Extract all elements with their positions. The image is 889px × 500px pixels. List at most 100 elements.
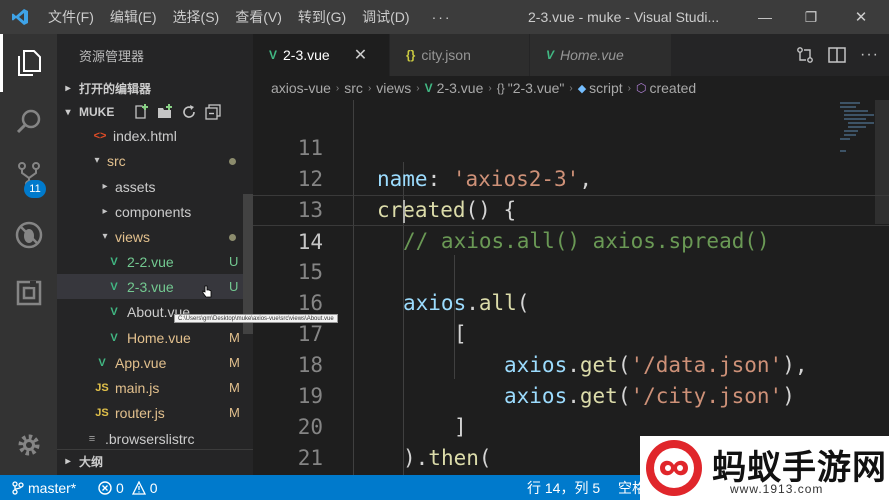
settings-gear-icon[interactable] <box>0 416 57 474</box>
tree-item-index-html[interactable]: <> index.html <box>57 123 253 148</box>
tree-item-home-vue[interactable]: V Home.vue M <box>57 325 253 350</box>
modified-status: M <box>229 355 240 370</box>
tree-item-2-3-vue[interactable]: V 2-3.vue U <box>57 274 253 299</box>
more-actions-icon[interactable]: ··· <box>860 46 879 64</box>
chevron-down-icon: ▾ <box>102 231 108 242</box>
tab-label: 2-3.vue <box>283 47 330 63</box>
refresh-icon[interactable] <box>181 104 197 120</box>
vue-file-icon: V <box>110 331 118 344</box>
breadcrumb-item[interactable]: axios-vue <box>271 80 331 96</box>
chevron-right-icon: › <box>416 82 420 94</box>
modified-status: M <box>229 330 240 345</box>
modified-status: M <box>229 380 240 395</box>
minimap-line <box>844 118 866 120</box>
chevron-right-icon: › <box>569 82 573 94</box>
error-icon <box>98 480 112 495</box>
tree-item-label: .browserslistrc <box>105 430 195 447</box>
minimap-line <box>840 102 860 104</box>
breadcrumb-item[interactable]: created <box>649 80 696 96</box>
breadcrumb-item[interactable]: views <box>376 80 411 96</box>
minimap-line <box>848 126 866 128</box>
tree-folder-views[interactable]: ▾ views <box>57 224 253 249</box>
chevron-down-icon: ▾ <box>94 155 100 166</box>
tree-item-browserslistrc[interactable]: ≡ .browserslistrc <box>57 426 253 451</box>
tree-item-2-2-vue[interactable]: V 2-2.vue U <box>57 249 253 274</box>
breadcrumb-item[interactable]: src <box>344 80 363 96</box>
project-label: MUKE <box>79 105 115 119</box>
chevron-right-icon: › <box>367 82 372 94</box>
code-line-15: 15 axios.all( <box>253 226 889 315</box>
vue-file-icon: V <box>110 280 118 293</box>
compare-changes-icon[interactable] <box>796 46 814 64</box>
outline-header[interactable]: ▸ 大纲 <box>57 449 253 473</box>
vscode-logo-icon <box>0 0 40 34</box>
new-file-icon[interactable] <box>133 104 149 120</box>
branch-name: master* <box>28 479 77 496</box>
outline-label: 大纲 <box>79 455 104 469</box>
warning-count: 0 <box>149 479 158 496</box>
vue-file-icon: V <box>424 81 433 95</box>
menu-more-button[interactable]: ··· <box>418 0 466 34</box>
search-icon[interactable] <box>0 92 57 150</box>
new-folder-icon[interactable] <box>157 104 173 120</box>
close-icon: ✕ <box>854 9 868 26</box>
chevron-right-icon: ▸ <box>102 181 108 192</box>
chevron-right-icon: › <box>627 82 631 94</box>
menu-edit[interactable]: 编辑(E) <box>102 0 165 34</box>
debug-icon[interactable] <box>0 206 57 264</box>
split-editor-icon[interactable] <box>828 46 846 64</box>
code-line-14-current: 14 <box>253 195 889 254</box>
breadcrumb: axios-vue › src › views › V 2-3.vue › {}… <box>253 76 889 100</box>
extensions-icon[interactable] <box>0 264 57 322</box>
chevron-right-icon: ▸ <box>65 82 71 94</box>
code-line-20: 20 ).then( <box>253 381 889 470</box>
tree-item-label: main.js <box>115 379 160 396</box>
breadcrumb-item[interactable]: 2-3.vue <box>437 80 484 96</box>
restore-button[interactable]: ❐ <box>788 0 834 34</box>
tree-item-router-js[interactable]: JS router.js M <box>57 400 253 425</box>
branch-status[interactable]: master* <box>12 475 76 500</box>
tree-folder-src[interactable]: ▾ src <box>57 148 253 173</box>
problems-status[interactable]: 0 0 <box>98 475 158 500</box>
tree-folder-assets[interactable]: ▸ assets <box>57 174 253 199</box>
explorer-icon[interactable] <box>0 34 57 92</box>
tree-folder-components[interactable]: ▸ components <box>57 199 253 224</box>
minimap-line <box>840 106 856 108</box>
minimize-button[interactable]: — <box>742 0 788 34</box>
project-header[interactable]: ▾ MUKE <box>57 100 253 124</box>
tab-home-vue[interactable]: V Home.vue <box>530 34 672 76</box>
menu-selection[interactable]: 选择(S) <box>165 0 228 34</box>
menu-go[interactable]: 转到(G) <box>290 0 354 34</box>
error-count: 0 <box>116 479 124 496</box>
open-editors-header[interactable]: ▸ 打开的编辑器 <box>57 76 253 100</box>
cursor-position[interactable]: 行 14，列 5 <box>527 475 600 500</box>
window-title: 2-3.vue - muke - Visual Studi... <box>528 9 720 25</box>
breadcrumb-item[interactable]: "2-3.vue" <box>508 80 565 96</box>
breadcrumb-item[interactable]: script <box>589 80 622 96</box>
tab-city-json[interactable]: {} city.json <box>390 34 530 76</box>
collapse-all-icon[interactable] <box>205 104 221 120</box>
sidebar-scrollbar[interactable] <box>243 194 253 334</box>
code-editor[interactable]: 11 name: 'axios2-3', 12 created() { 13 /… <box>253 100 889 475</box>
code-line-12: 12 created() { <box>253 133 889 222</box>
editor-scrollbar[interactable] <box>875 100 889 224</box>
close-tab-icon[interactable]: ✕ <box>354 45 367 65</box>
code-line-16: 16 [ <box>253 257 889 346</box>
menu-debug[interactable]: 调试(D) <box>354 0 417 34</box>
minimap-line <box>840 150 846 152</box>
vue-file-icon: V <box>98 356 106 369</box>
minimize-icon: — <box>758 9 772 25</box>
minimap-line <box>840 138 850 140</box>
site-watermark: 蚂蚁手游网 www.1913.com <box>640 436 889 500</box>
git-branch-icon <box>12 480 24 495</box>
tab-2-3-vue[interactable]: V 2-3.vue ✕ <box>253 34 390 76</box>
menu-file[interactable]: 文件(F) <box>40 0 102 34</box>
json-file-icon: {} <box>406 48 416 62</box>
tree-item-label: router.js <box>115 404 165 421</box>
vue-file-icon: V <box>546 48 555 62</box>
menu-view[interactable]: 查看(V) <box>227 0 290 34</box>
warning-icon <box>131 480 146 495</box>
close-window-button[interactable]: ✕ <box>838 0 884 34</box>
tree-item-app-vue[interactable]: V App.vue M <box>57 350 253 375</box>
tree-item-main-js[interactable]: JS main.js M <box>57 375 253 400</box>
